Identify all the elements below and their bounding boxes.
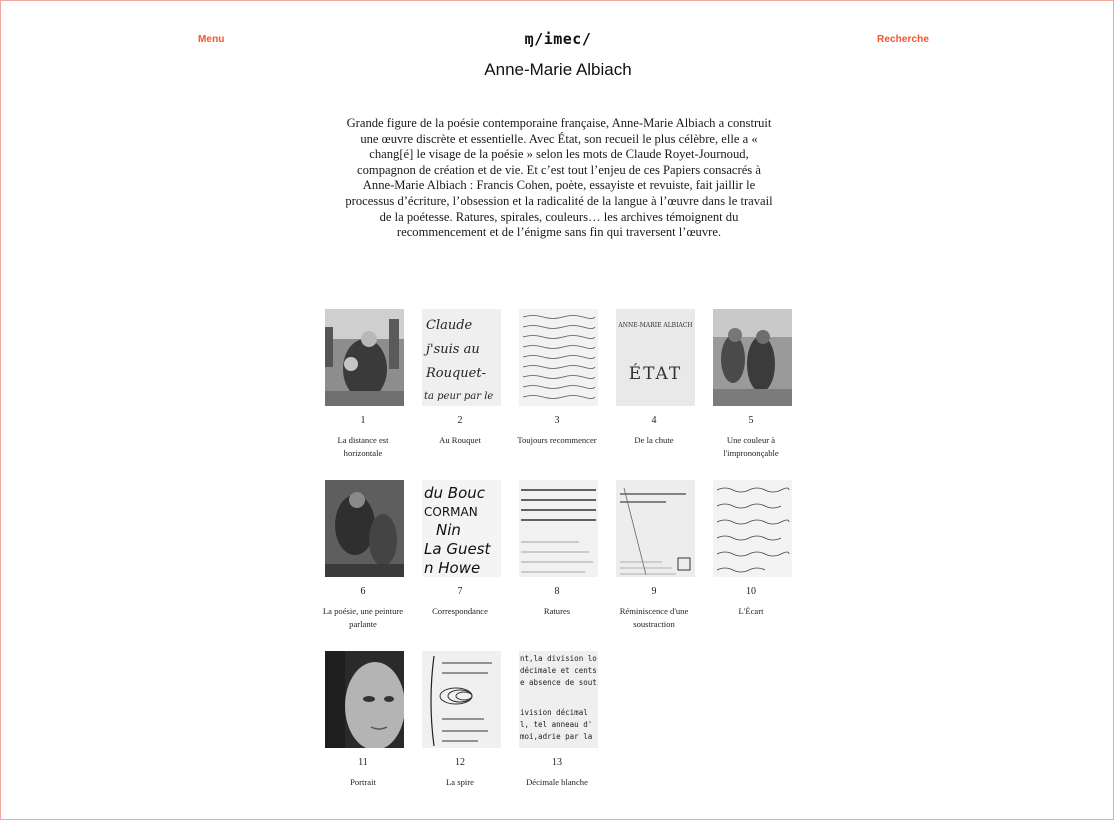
archive-card-10[interactable]: 10 L'Écart (709, 480, 793, 618)
svg-text:l, tel anneau d': l, tel anneau d' (520, 720, 592, 729)
svg-text:nt,la division lo: nt,la division lo (520, 654, 597, 663)
archive-card-8[interactable]: 8 Ratures (515, 480, 599, 618)
svg-text:CORMAN: CORMAN (424, 505, 478, 519)
thumbnail-image (325, 480, 404, 577)
item-number: 2 (457, 415, 463, 426)
svg-text:décimale et cents: décimale et cents (520, 666, 597, 675)
item-title: La spire (446, 777, 474, 787)
svg-text:moi,adrie par la: moi,adrie par la (520, 732, 592, 741)
archive-card-6[interactable]: 6 La poésie, une peinture parlante (321, 480, 405, 631)
svg-text:ANNE-MARIE ALBIACH: ANNE-MARIE ALBIACH (617, 322, 692, 329)
archive-card-7[interactable]: du Bouc CORMAN Nin La Guest n Howe 7 Cor… (418, 480, 502, 618)
item-number: 1 (360, 415, 366, 426)
item-number: 10 (746, 586, 756, 597)
archive-card-2[interactable]: Claude j'suis au Rouquet- ta peur par le… (418, 309, 502, 447)
thumbnail-image: du Bouc CORMAN Nin La Guest n Howe (422, 480, 501, 577)
item-title: Décimale blanche (526, 777, 588, 787)
svg-text:ÉTAT: ÉTAT (629, 363, 683, 384)
archive-card-12[interactable]: 12 La spire (418, 651, 502, 789)
thumbnail-image (422, 651, 501, 748)
item-number: 13 (552, 757, 562, 768)
item-title: Correspondance (432, 606, 488, 616)
item-title: De la chute (634, 435, 674, 445)
svg-text:du Bouc: du Bouc (424, 484, 486, 502)
archive-card-4[interactable]: ANNE-MARIE ALBIACH ÉTAT 4 De la chute (612, 309, 696, 447)
page-title: Anne-Marie Albiach (484, 60, 632, 79)
thumbnail-image (325, 309, 404, 406)
item-title: Une couleur à l'imprononçable (723, 435, 779, 458)
item-title: Ratures (543, 606, 571, 616)
item-number: 3 (554, 415, 560, 426)
svg-text:Claude: Claude (426, 318, 473, 333)
item-number: 11 (358, 757, 368, 768)
item-title: Portrait (350, 777, 376, 787)
svg-text:Nin: Nin (436, 521, 461, 539)
site-logo[interactable]: ɱ/imec/ (0, 30, 1116, 48)
archive-card-1[interactable]: 1 La distance est horizontale (321, 309, 405, 460)
archive-card-3[interactable]: 3 Toujours recommencer (515, 309, 599, 447)
thumbnail-image: Claude j'suis au Rouquet- ta peur par le (422, 309, 501, 406)
item-number: 7 (457, 586, 463, 597)
svg-text:La Guest: La Guest (424, 540, 491, 558)
item-number: 9 (651, 586, 657, 597)
archive-card-11[interactable]: 11 Portrait (321, 651, 405, 789)
thumbnail-image: ANNE-MARIE ALBIACH ÉTAT (616, 309, 695, 406)
svg-text:e absence de sout: e absence de sout (520, 678, 597, 687)
thumbnail-image (616, 480, 695, 577)
item-title: Au Rouquet (439, 435, 481, 445)
item-title: La poésie, une peinture parlante (322, 606, 404, 629)
item-number: 4 (651, 415, 657, 426)
thumbnail-image (713, 480, 792, 577)
thumbnail-image: nt,la division lo décimale et cents e ab… (519, 651, 598, 748)
item-title: La distance est horizontale (337, 435, 389, 458)
thumbnail-image (519, 309, 598, 406)
item-number: 5 (748, 415, 754, 426)
svg-text:ta peur par le: ta peur par le (424, 391, 493, 402)
item-title: Réminiscence d'une soustraction (619, 606, 689, 629)
item-number: 6 (360, 586, 366, 597)
archive-card-5[interactable]: 5 Une couleur à l'imprononçable (709, 309, 793, 460)
svg-text:j'suis au: j'suis au (423, 342, 480, 357)
svg-text:ivision décimal: ivision décimal (520, 708, 588, 717)
item-number: 12 (455, 757, 465, 768)
thumbnail-image (519, 480, 598, 577)
archive-card-13[interactable]: nt,la division lo décimale et cents e ab… (515, 651, 599, 789)
item-number: 8 (554, 586, 560, 597)
svg-text:Rouquet-: Rouquet- (425, 366, 486, 381)
thumbnail-image (325, 651, 404, 748)
intro-paragraph: Grande figure de la poésie contemporaine… (345, 116, 773, 240)
item-title: Toujours recommencer (517, 435, 597, 445)
item-title: L'Écart (738, 606, 764, 616)
thumbnail-image (713, 309, 792, 406)
search-button[interactable]: Recherche (877, 34, 929, 45)
svg-text:n Howe: n Howe (424, 559, 480, 577)
archive-card-9[interactable]: 9 Réminiscence d'une soustraction (612, 480, 696, 631)
